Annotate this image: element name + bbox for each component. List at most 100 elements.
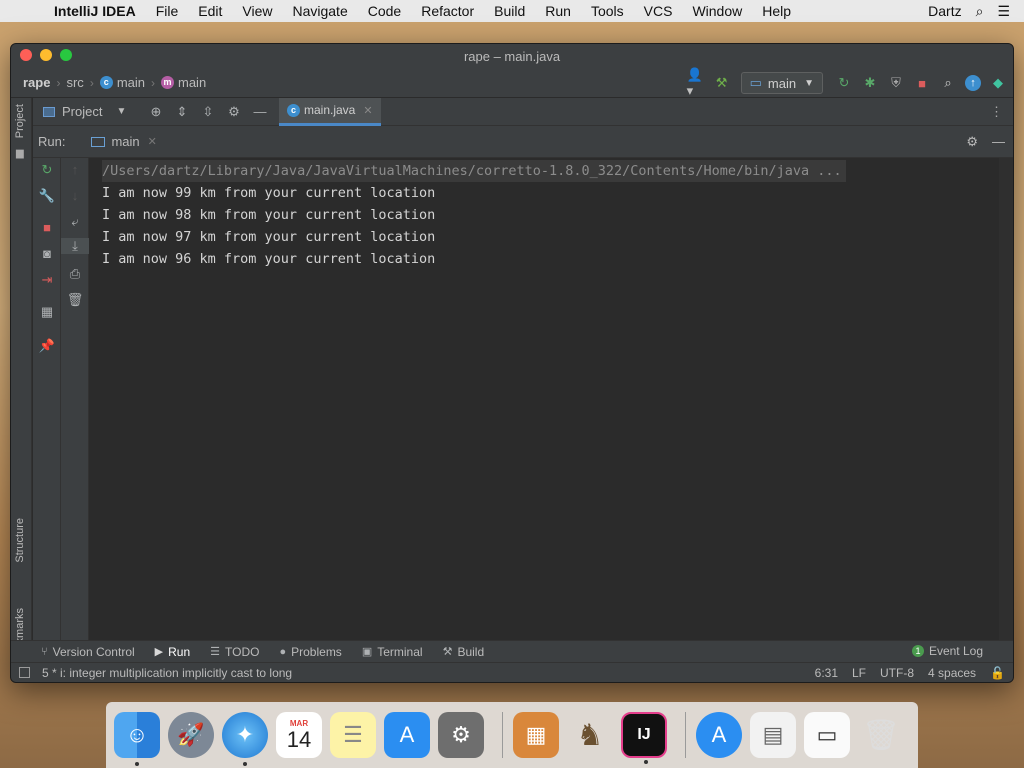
menu-code[interactable]: Code (368, 3, 401, 19)
breadcrumb-project[interactable]: rape (23, 75, 50, 90)
system-preferences-gear-icon[interactable]: ⚙ (438, 712, 484, 758)
console-output[interactable]: /Users/dartz/Library/Java/JavaVirtualMac… (90, 158, 999, 640)
trash-icon[interactable]: 🗑 (61, 292, 89, 308)
tab-label: main.java (304, 103, 356, 117)
user-icon[interactable]: 👤▾ (687, 67, 705, 98)
menu-vcs[interactable]: VCS (644, 3, 673, 19)
close-tab-icon[interactable]: ✕ (148, 135, 157, 148)
update-icon[interactable]: ↑ (965, 75, 981, 91)
gear-icon[interactable]: ⚙ (966, 134, 978, 150)
screenshot-window-icon[interactable]: ▭ (804, 712, 850, 758)
toggle-tool-windows-icon[interactable] (19, 667, 30, 678)
scroll-to-end-icon[interactable]: ⤓ (61, 238, 89, 254)
control-center-icon[interactable]: ☰ (997, 3, 1010, 20)
stop-icon[interactable]: ■ (33, 220, 61, 235)
soft-wrap-icon[interactable]: ⤶ (61, 214, 89, 230)
chevron-right-icon: › (89, 75, 94, 90)
rerun-icon[interactable]: ↻ (33, 162, 61, 178)
menu-build[interactable]: Build (494, 3, 525, 19)
breadcrumb-class[interactable]: main (117, 75, 145, 90)
tab-version-control[interactable]: ⑂ Version Control (41, 645, 135, 659)
search-icon[interactable]: ⌕ (939, 74, 957, 92)
finder-icon[interactable]: ☺ (114, 712, 160, 766)
menu-window[interactable]: Window (692, 3, 742, 19)
main-area: Project ▼ ⊕ ⇕ ⇳ ⚙ — c main.java ✕ ⋮ Run: (33, 97, 1013, 640)
project-tool-tab[interactable]: Project (14, 104, 26, 138)
tab-main-java[interactable]: c main.java ✕ (279, 97, 381, 126)
app-menu[interactable]: IntelliJ IDEA (54, 3, 136, 19)
tab-problems[interactable]: ● Problems (279, 645, 341, 659)
file-encoding[interactable]: UTF-8 (880, 666, 914, 680)
run-configuration-selector[interactable]: ▭ main ▼ (740, 72, 823, 94)
zoom-window-button[interactable] (60, 49, 72, 61)
calendar-icon[interactable]: MAR 14 (276, 712, 322, 758)
tab-run[interactable]: ▶ Run (155, 645, 190, 659)
structure-tool-tab[interactable]: Structure (14, 518, 26, 563)
dock-separator (685, 712, 686, 758)
running-indicator (243, 762, 247, 766)
breadcrumb-method[interactable]: main (178, 75, 206, 90)
status-message[interactable]: 5 * i: integer multiplication implicitly… (42, 666, 292, 680)
menu-tools[interactable]: Tools (591, 3, 624, 19)
camera-icon[interactable]: ◙ (33, 246, 61, 261)
intellij-idea-icon[interactable]: IJ (621, 712, 667, 764)
coverage-icon[interactable]: ⛨ (887, 74, 905, 92)
lock-icon[interactable]: 🔓 (990, 666, 1005, 680)
chess-knight-icon[interactable]: ♞ (567, 712, 613, 758)
spotlight-search-icon[interactable]: ⌕ (976, 3, 984, 20)
menu-navigate[interactable]: Navigate (292, 3, 347, 19)
caret-position[interactable]: 6:31 (815, 666, 838, 680)
launchpad-rocket-icon[interactable]: 🚀 (168, 712, 214, 758)
vertical-scrollbar[interactable] (999, 158, 1013, 640)
expand-all-icon[interactable]: ⇕ (169, 104, 195, 120)
event-log-button[interactable]: 1 Event Log (911, 644, 983, 658)
tab-build[interactable]: ⚒ Build (443, 645, 485, 659)
arrow-down-icon[interactable]: ↓ (61, 188, 89, 203)
debug-bug-icon[interactable]: ✱ (861, 74, 879, 92)
minimize-window-button[interactable] (40, 49, 52, 61)
app-store-icon[interactable]: A (384, 712, 430, 758)
tab-label: Problems (291, 644, 342, 659)
java-command-line[interactable]: /Users/dartz/Library/Java/JavaVirtualMac… (102, 160, 846, 182)
document-icon[interactable]: ▤ (750, 712, 796, 758)
chevron-right-icon: › (56, 75, 61, 90)
locate-target-icon[interactable]: ⊕ (143, 104, 169, 120)
collapse-all-icon[interactable]: ⇳ (195, 104, 221, 120)
calculator-icon[interactable]: ▦ (513, 712, 559, 758)
hide-icon[interactable]: — (247, 104, 273, 119)
print-icon[interactable]: ⎙ (61, 266, 89, 282)
trash-icon[interactable]: 🗑 (858, 712, 904, 758)
project-view-button[interactable]: Project ▼ (33, 104, 143, 119)
intellij-window: rape – main.java rape › src › c main › m… (10, 43, 1014, 683)
notes-icon[interactable]: ☰ (330, 712, 376, 758)
close-window-button[interactable] (20, 49, 32, 61)
menu-refactor[interactable]: Refactor (421, 3, 474, 19)
indent-setting[interactable]: 4 spaces (928, 666, 976, 680)
build-hammer-icon[interactable]: ⚒ (713, 74, 731, 92)
exit-icon[interactable]: ⇥ (33, 272, 61, 288)
menu-run[interactable]: Run (545, 3, 571, 19)
arrow-up-icon[interactable]: ↑ (61, 162, 89, 177)
close-tab-icon[interactable]: ✕ (363, 104, 372, 117)
code-with-me-icon[interactable]: ◆ (989, 74, 1007, 92)
rerun-icon[interactable]: ↻ (835, 74, 853, 92)
menu-help[interactable]: Help (762, 3, 791, 19)
pin-icon[interactable]: 📌 (33, 338, 61, 354)
breadcrumb-src[interactable]: src (66, 75, 83, 90)
hide-icon[interactable]: — (992, 134, 1005, 150)
menu-file[interactable]: File (156, 3, 179, 19)
gear-icon[interactable]: ⚙ (221, 104, 247, 120)
tab-todo[interactable]: ☰ TODO (210, 645, 259, 659)
layout-icon[interactable]: ▦ (33, 304, 61, 320)
run-tab-main[interactable]: main ✕ (85, 134, 162, 149)
line-separator[interactable]: LF (852, 666, 866, 680)
tab-terminal[interactable]: ▣ Terminal (362, 645, 423, 659)
wrench-icon[interactable]: 🔧 (33, 188, 61, 204)
app-store-downloads-icon[interactable]: A (696, 712, 742, 758)
safari-compass-icon[interactable]: ✦ (222, 712, 268, 766)
user-name[interactable]: Dartz (928, 3, 961, 19)
stop-icon[interactable]: ■ (913, 74, 931, 92)
menu-view[interactable]: View (242, 3, 272, 19)
more-options-icon[interactable]: ⋮ (990, 104, 1003, 120)
menu-edit[interactable]: Edit (198, 3, 222, 19)
